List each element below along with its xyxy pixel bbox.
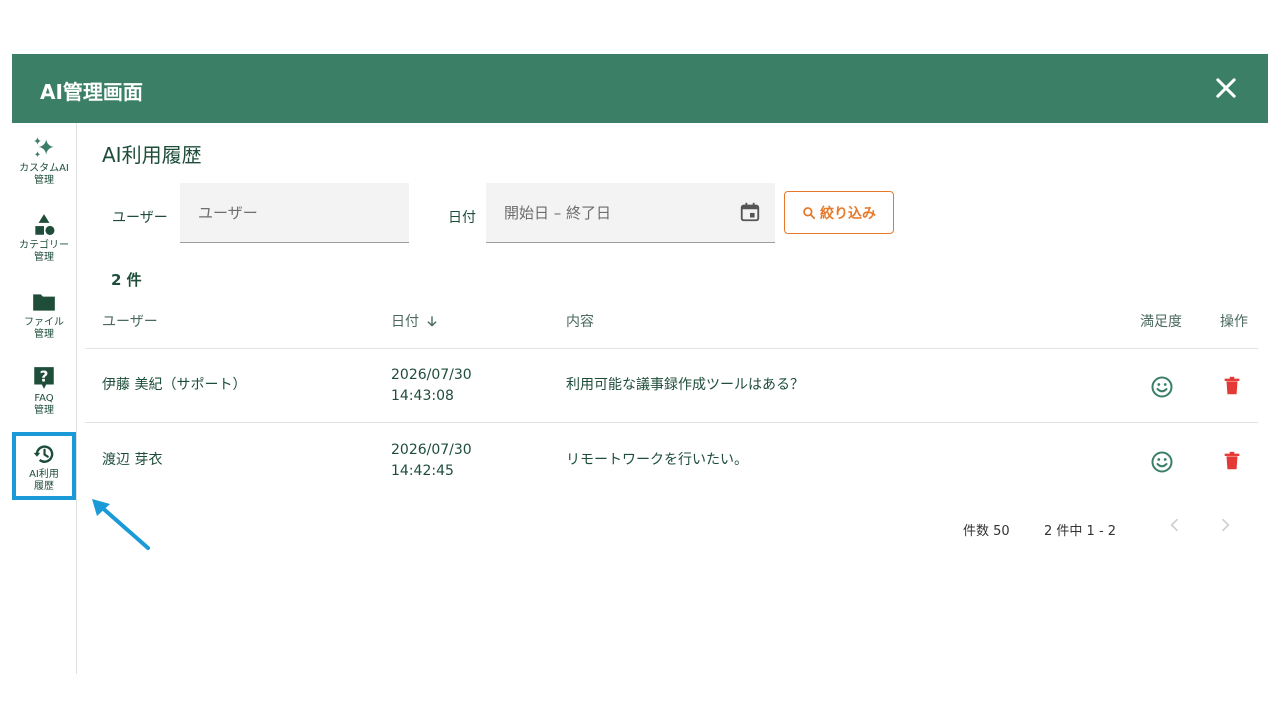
sidebar-item-file[interactable]: ファイル 管理 [12,289,76,341]
date-range-placeholder: 開始日 – 終了日 [504,204,612,222]
dialog-header: AI管理画面 [12,54,1268,123]
folder-icon [33,294,55,311]
sidebar-item-category[interactable]: カテゴリー 管理 [12,212,76,264]
admin-dialog: AI管理画面 カスタムAI 管理 カテゴリー 管理 ファイル 管理 ? FAQ … [12,54,1268,674]
sidebar-item-history[interactable]: AI利用 履歴 [12,441,76,493]
column-header-satisfaction: 満足度 [1140,314,1182,330]
column-header-content[interactable]: 内容 [566,311,594,331]
sidebar-item-label: AI利用 履歴 [29,469,59,492]
arrow-down-icon [427,316,437,327]
search-icon [803,206,816,219]
cell-content: リモートワークを行いたい。 [566,452,748,468]
row-divider [85,422,1258,423]
column-header-date-label: 日付 [391,314,419,330]
header-divider [85,348,1258,349]
filter-button-label: 絞り込み [820,205,876,222]
calendar-icon[interactable] [739,201,761,223]
cell-user: 伊藤 美紀（サポート） [102,377,247,393]
result-count: 2 件 [111,271,142,289]
cell-date-day: 2026/07/30 [391,442,472,458]
pointer-arrow-icon [92,499,150,550]
history-icon [33,445,54,463]
svg-text:?: ? [40,367,49,385]
column-header-actions: 操作 [1220,314,1248,330]
page-size-selector[interactable]: 件数 50 [963,520,1010,539]
column-header-date[interactable]: 日付 [391,311,439,331]
close-icon[interactable] [1212,74,1240,102]
sidebar-item-label: ファイル 管理 [24,317,64,340]
smiley-icon [1151,451,1173,473]
sidebar-item-label: カテゴリー 管理 [19,240,69,263]
date-filter-label: 日付 [448,210,476,226]
chevron-left-icon[interactable] [1165,515,1185,535]
date-range-input[interactable]: 開始日 – 終了日 [486,183,775,243]
cell-content: 利用可能な議事録作成ツールはある？ [566,377,804,393]
sparkle-icon [34,137,54,158]
main-content: AI利用履歴 ユーザー ユーザー 日付 開始日 – 終了日 絞り込み 2 件 ユ [77,123,1268,674]
user-filter-placeholder: ユーザー [198,204,258,222]
pagination-range: 2 件中 1 - 2 [1044,524,1117,539]
cell-user: 渡辺 芽衣 [102,452,163,468]
user-filter-label: ユーザー [112,210,168,226]
column-header-user[interactable]: ユーザー [102,311,158,331]
filter-button[interactable]: 絞り込み [784,191,894,234]
sidebar-item-label: カスタムAI 管理 [19,163,69,186]
cell-date: 2026/07/30 14:42:45 [391,440,472,482]
trash-icon[interactable] [1221,450,1243,472]
sidebar: カスタムAI 管理 カテゴリー 管理 ファイル 管理 ? FAQ 管理 AI利用… [12,123,77,674]
shapes-icon [35,214,55,235]
user-filter-input[interactable]: ユーザー [180,183,409,243]
page-title: AI利用履歴 [102,143,202,167]
sidebar-item-custom-ai[interactable]: カスタムAI 管理 [12,135,76,187]
dialog-title: AI管理画面 [40,80,143,104]
question-icon: ? [34,367,54,389]
cell-date-day: 2026/07/30 [391,367,472,383]
sidebar-item-faq[interactable]: ? FAQ 管理 [12,365,76,417]
cell-date: 2026/07/30 14:43:08 [391,365,472,407]
sidebar-item-label: FAQ 管理 [34,393,54,416]
smiley-icon [1151,376,1173,398]
cell-date-time: 14:42:45 [391,463,454,479]
chevron-right-icon[interactable] [1215,515,1235,535]
cell-date-time: 14:43:08 [391,388,454,404]
trash-icon[interactable] [1221,375,1243,397]
